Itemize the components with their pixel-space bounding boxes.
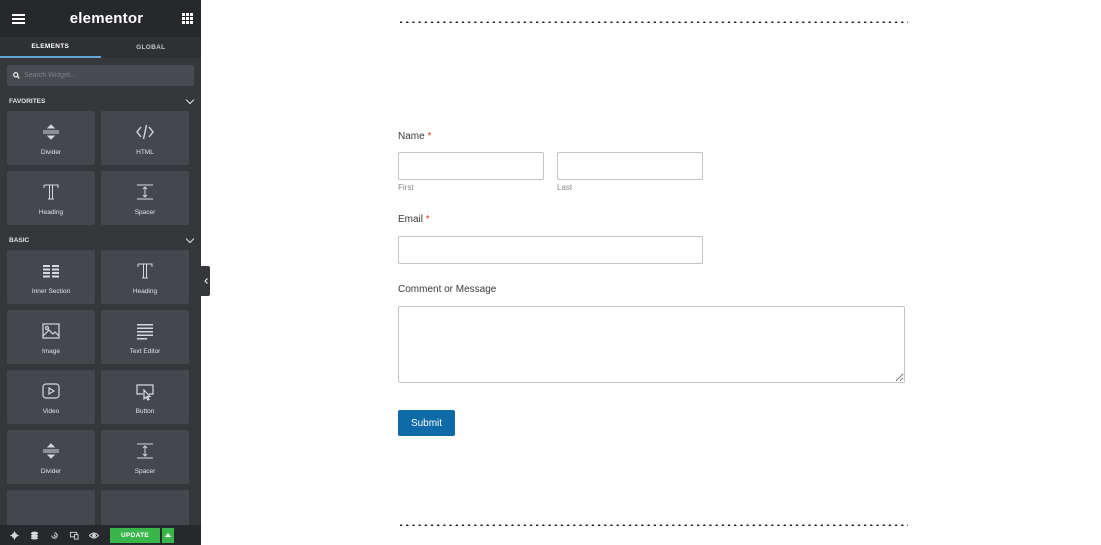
divider-icon — [40, 121, 62, 143]
widget-label: Divider — [40, 148, 62, 156]
search-box — [7, 65, 194, 86]
widget-video[interactable]: Video — [7, 370, 95, 424]
dotted-divider-top — [398, 21, 908, 23]
last-sublabel: Last — [557, 183, 573, 192]
category-title: FAVORITES — [9, 98, 46, 105]
widget-label: Button — [135, 407, 155, 415]
chevron-up-icon — [165, 533, 171, 537]
widget-heading[interactable]: Heading — [7, 171, 95, 225]
tab-elements[interactable]: ELEMENTS — [0, 37, 101, 58]
history-icon[interactable] — [46, 525, 62, 545]
widget-label: Text Editor — [129, 347, 161, 355]
tab-global[interactable]: GLOBAL — [101, 37, 202, 58]
elementor-logo: elementor — [69, 10, 144, 27]
menu-icon[interactable] — [12, 13, 25, 24]
category-favorites[interactable]: FAVORITES — [0, 92, 201, 111]
save-options-button[interactable] — [162, 527, 174, 543]
text-editor-icon — [134, 320, 156, 342]
category-basic[interactable]: BASIC — [0, 231, 201, 250]
update-button[interactable]: UPDATE — [110, 527, 160, 543]
chevron-left-icon — [203, 278, 208, 284]
widget-spacer[interactable]: Spacer — [101, 430, 189, 484]
comment-textarea[interactable] — [398, 306, 905, 383]
preview-eye-icon[interactable] — [86, 525, 102, 545]
html-icon — [134, 121, 156, 143]
widget-label: Video — [42, 407, 60, 415]
widget-label: Heading — [132, 287, 158, 295]
spacer-icon — [134, 440, 156, 462]
submit-button[interactable]: Submit — [398, 410, 455, 436]
spacer-icon — [134, 181, 156, 203]
first-sublabel: First — [398, 183, 414, 192]
widgets-grid-icon[interactable] — [182, 13, 193, 24]
heading-icon — [134, 260, 156, 282]
widget-image[interactable]: Image — [7, 310, 95, 364]
widget-text-editor[interactable]: Text Editor — [101, 310, 189, 364]
responsive-icon[interactable] — [66, 525, 82, 545]
divider-icon — [40, 440, 62, 462]
widget-button[interactable]: Button — [101, 370, 189, 424]
inner-section-icon — [40, 260, 62, 282]
widget-divider[interactable]: Divider — [7, 111, 95, 165]
settings-icon[interactable] — [6, 525, 22, 545]
widget-label: HTML — [136, 148, 154, 156]
first-name-input[interactable] — [398, 152, 544, 180]
widget-spacer[interactable]: Spacer — [101, 171, 189, 225]
widget-heading[interactable]: Heading — [101, 250, 189, 304]
widget-label: Spacer — [134, 467, 156, 475]
layers-icon[interactable] — [26, 525, 42, 545]
widget-label: Inner Section — [31, 287, 71, 295]
widget-label: Divider — [40, 467, 62, 475]
collapse-panel-handle[interactable] — [201, 266, 210, 296]
panel-footer: UPDATE — [0, 525, 201, 545]
category-title: BASIC — [9, 237, 30, 244]
image-icon — [40, 320, 62, 342]
panel-header: elementor — [0, 0, 201, 37]
widget-inner-section[interactable]: Inner Section — [7, 250, 95, 304]
name-label: Name * — [398, 131, 432, 142]
widget-label: Heading — [38, 208, 64, 216]
search-icon — [13, 72, 20, 79]
widget-divider[interactable]: Divider — [7, 430, 95, 484]
widget-label: Image — [41, 347, 61, 355]
email-input[interactable] — [398, 236, 703, 264]
heading-icon — [40, 181, 62, 203]
favorites-widget-grid: Divider HTML Heading Spacer — [0, 111, 201, 225]
required-mark: * — [425, 214, 430, 225]
dotted-divider-bottom — [398, 524, 908, 526]
elementor-panel: elementor ELEMENTS GLOBAL FAVORITES Divi… — [0, 0, 201, 545]
chevron-down-icon — [185, 95, 195, 105]
panel-tabs: ELEMENTS GLOBAL — [0, 37, 201, 58]
video-icon — [40, 380, 62, 402]
comment-label: Comment or Message — [398, 284, 497, 295]
button-icon — [134, 380, 156, 402]
basic-widget-grid: Inner Section Heading Image Text Editor … — [0, 250, 201, 544]
required-mark: * — [427, 131, 432, 142]
last-name-input[interactable] — [557, 152, 703, 180]
widget-html[interactable]: HTML — [101, 111, 189, 165]
chevron-down-icon — [185, 234, 195, 244]
search-widget-input[interactable] — [24, 72, 174, 79]
widget-label: Spacer — [134, 208, 156, 216]
email-label: Email * — [398, 214, 430, 225]
